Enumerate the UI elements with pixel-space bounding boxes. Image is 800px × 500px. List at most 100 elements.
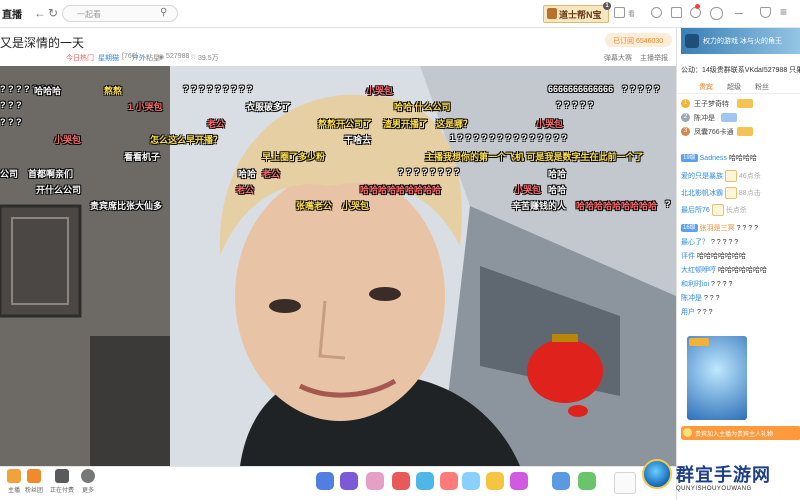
menu-icon[interactable]: ≡ [780,5,787,19]
gift-item[interactable] [486,472,504,490]
paid-label: 正在付费 [49,488,74,494]
chat-username[interactable]: 和利时ioi [681,281,709,288]
chat-username[interactable]: 最心了？ [681,239,709,246]
fans-group-line[interactable]: 公动：14级贵群联系VKdaI527988 只果 [681,65,800,75]
rank-name: 王子梦奇特 [694,101,729,108]
fan-club-button[interactable]: 粉丝团 [20,469,48,494]
danmaku-comment: 老公 [262,169,281,179]
danmaku-comment: 辛苦赚钱的人 [512,201,567,211]
danmaku-comment: 公司 [0,169,19,179]
history-icon[interactable] [651,7,662,18]
crown-icon [547,8,557,19]
anchor-icon [7,469,21,483]
tab-super[interactable]: 超级 [727,82,741,92]
gift-item[interactable] [316,472,334,490]
danmaku-comment: 小哭包 [514,185,542,195]
tab-fans[interactable]: 粉丝 [755,82,769,92]
back-arrow-icon[interactable]: ← [34,6,46,20]
sticker-icon [724,187,737,199]
backpack-button[interactable] [614,472,636,494]
rank-row[interactable]: 2 陈冲是 [681,112,797,124]
chat-username[interactable]: 爱的只是暴族 [681,173,723,180]
rank-row[interactable]: 1 王子梦奇特 [681,98,797,110]
chat-username[interactable]: Sadness [700,155,727,162]
promo-button[interactable]: 道士帮N宝 1 [543,2,611,23]
chat-username[interactable]: 评件 [681,253,695,260]
watermark-subtitle: QUNYISHOUYOUWANG [676,486,752,492]
chat-text: ? ? ? ? [710,281,733,288]
danmaku-comment: 渣男开播了 [383,119,429,129]
danmaku-comment: 小哭包 [342,201,370,211]
rank-number: 1 [681,99,690,108]
gift-item[interactable] [392,472,410,490]
chat-username[interactable]: 大红顿咿哼 [681,267,716,274]
chat-username[interactable]: 陈冲是 [681,295,702,302]
danmaku-comment: ? ? ? [0,117,22,127]
level-badge: 16级 [681,224,698,233]
tab-vip[interactable]: 贵宾 [699,82,713,92]
gift-item[interactable] [552,472,570,490]
chat-message: 陈冲是 ? ? ? [681,293,799,303]
danmaku-comment: 怎么这么早开播？ [150,135,223,145]
gift-item[interactable] [366,472,384,490]
danmaku-comment: ? ? ? ? ? ? ? ? ? [183,84,253,94]
lantern-cap [552,334,578,342]
gift-item[interactable] [416,472,434,490]
chat-text: ? ? ? [696,309,713,316]
site-logo[interactable]: 直播 [2,6,22,21]
rank-row[interactable]: 3 凤囊766卡通 [681,126,797,138]
grid-icon[interactable] [614,7,625,18]
chat-message: 最心了？ ? ? ? ? ? [681,237,799,247]
vip-badge [721,113,737,122]
gift-item[interactable] [462,472,480,490]
left-eye [269,299,301,313]
watch-label[interactable]: 看 [628,9,635,19]
chat-username[interactable]: 用户 [681,309,695,316]
chat-message: 评件 哈哈哈哈哈哈哈 [681,251,799,261]
chat-username[interactable]: 最后所76 [681,207,710,214]
danmaku-comment: 哈哈 [548,169,567,179]
red-lantern [527,339,603,403]
follow-button[interactable]: 已订阅 6546030 [605,33,672,47]
danmaku-toggle[interactable]: 弹幕大赛 [604,53,632,63]
paid-button[interactable]: 正在付费 [48,469,76,494]
chat-username[interactable]: 北北影帆冰霸 [681,190,723,197]
danmaku-comment: 开什么公司 [36,185,82,195]
gift-item[interactable] [340,472,358,490]
fan-club-label: 粉丝团 [24,488,43,494]
danmaku-comment: ? ? ? ? ? [622,84,660,94]
top-navigation-bar: 直播 ← ↻ 一起看 ⚲ 道士帮N宝 1 看 ≡ [0,0,800,28]
video-player[interactable]: ? ? ? ? ? ? ? 哈哈哈 熬熬 ? ? ? ? ? ? ? ? ? 小… [0,66,676,466]
chat-message: 最后所76 长点杀 [681,204,799,216]
watermark-logo-icon [642,459,672,489]
gift-notice-bar[interactable]: 贵宾加入主播为贵宾主人礼物 [681,426,800,440]
danmaku-comment: 熬熬 [104,86,123,96]
chat-text: 哈哈哈哈哈哈哈 [696,253,746,260]
fan-club-icon [27,469,41,483]
event-tag [689,338,709,346]
follow-label: 已订阅 6546030 [613,38,664,45]
gift-item[interactable] [510,472,528,490]
avatar[interactable] [710,7,723,20]
chat-username[interactable]: 张羽是三冥 [700,225,735,232]
chat-message: 19级 Sadness 哈哈哈哈 [681,153,799,163]
chat-message: 用户 ? ? ? [681,307,799,317]
shield-icon[interactable] [760,7,771,18]
search-icon[interactable]: ⚲ [160,7,167,18]
gift-notice-text: 贵宾加入主播为贵宾主人礼物 [695,432,774,438]
danmaku-comment: 老公 [207,119,226,129]
refresh-icon[interactable]: ↻ [48,6,58,20]
ad-banner[interactable]: 权力的游戏 冰与火的角王 [681,28,800,54]
rank-name: 凤囊766卡通 [694,129,734,136]
face [235,171,445,421]
event-promo-image[interactable] [687,336,747,420]
chat-text: 46点杀 [738,172,761,180]
danmaku-comment: 衣服破多了 [246,102,292,112]
danmaku-comment: 早上圈了多少粉 [262,152,326,162]
message-icon[interactable] [671,7,682,18]
more-button[interactable]: 更多 [74,469,102,494]
report-link[interactable]: 主播举报 [640,53,668,63]
room-header-actions: 已订阅 6546030 弹幕大赛 主播举报 [0,28,676,66]
gift-item[interactable] [578,472,596,490]
gift-item[interactable] [440,472,458,490]
